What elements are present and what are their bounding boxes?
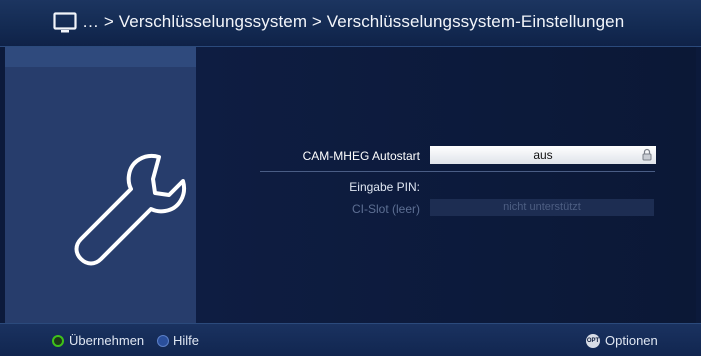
footer-bar: Übernehmen Hilfe OPT Optionen xyxy=(0,323,701,356)
sidebar-panel xyxy=(5,47,196,323)
help-key[interactable]: Hilfe xyxy=(157,333,199,348)
options-label: Optionen xyxy=(605,333,658,348)
ok-label: Übernehmen xyxy=(69,333,145,348)
options-key[interactable]: OPT Optionen xyxy=(586,333,658,348)
sidebar-top-strip xyxy=(5,47,196,67)
blue-key-icon xyxy=(157,334,169,347)
title-bar: … > Verschlüsselungssystem > Verschlüsse… xyxy=(0,0,701,47)
ok-key[interactable]: Übernehmen xyxy=(52,333,144,348)
tv-icon xyxy=(53,12,77,33)
wrench-icon xyxy=(74,154,186,266)
green-key-icon xyxy=(52,334,64,347)
ci-slot-value: nicht unterstützt xyxy=(430,199,654,216)
cam-mheg-label: CAM-MHEG Autostart xyxy=(302,149,420,163)
opt-key-icon: OPT xyxy=(586,333,600,348)
cam-mheg-selector[interactable]: aus xyxy=(430,146,656,164)
help-label: Hilfe xyxy=(173,333,200,348)
breadcrumb: … > Verschlüsselungssystem > Verschlüsse… xyxy=(82,12,625,31)
lock-icon xyxy=(642,148,652,161)
ci-slot-label: CI-Slot (leer) xyxy=(351,202,420,216)
pin-label: Eingabe PIN: xyxy=(349,180,420,194)
cam-mheg-value: aus xyxy=(533,148,553,162)
row-divider xyxy=(260,171,655,172)
